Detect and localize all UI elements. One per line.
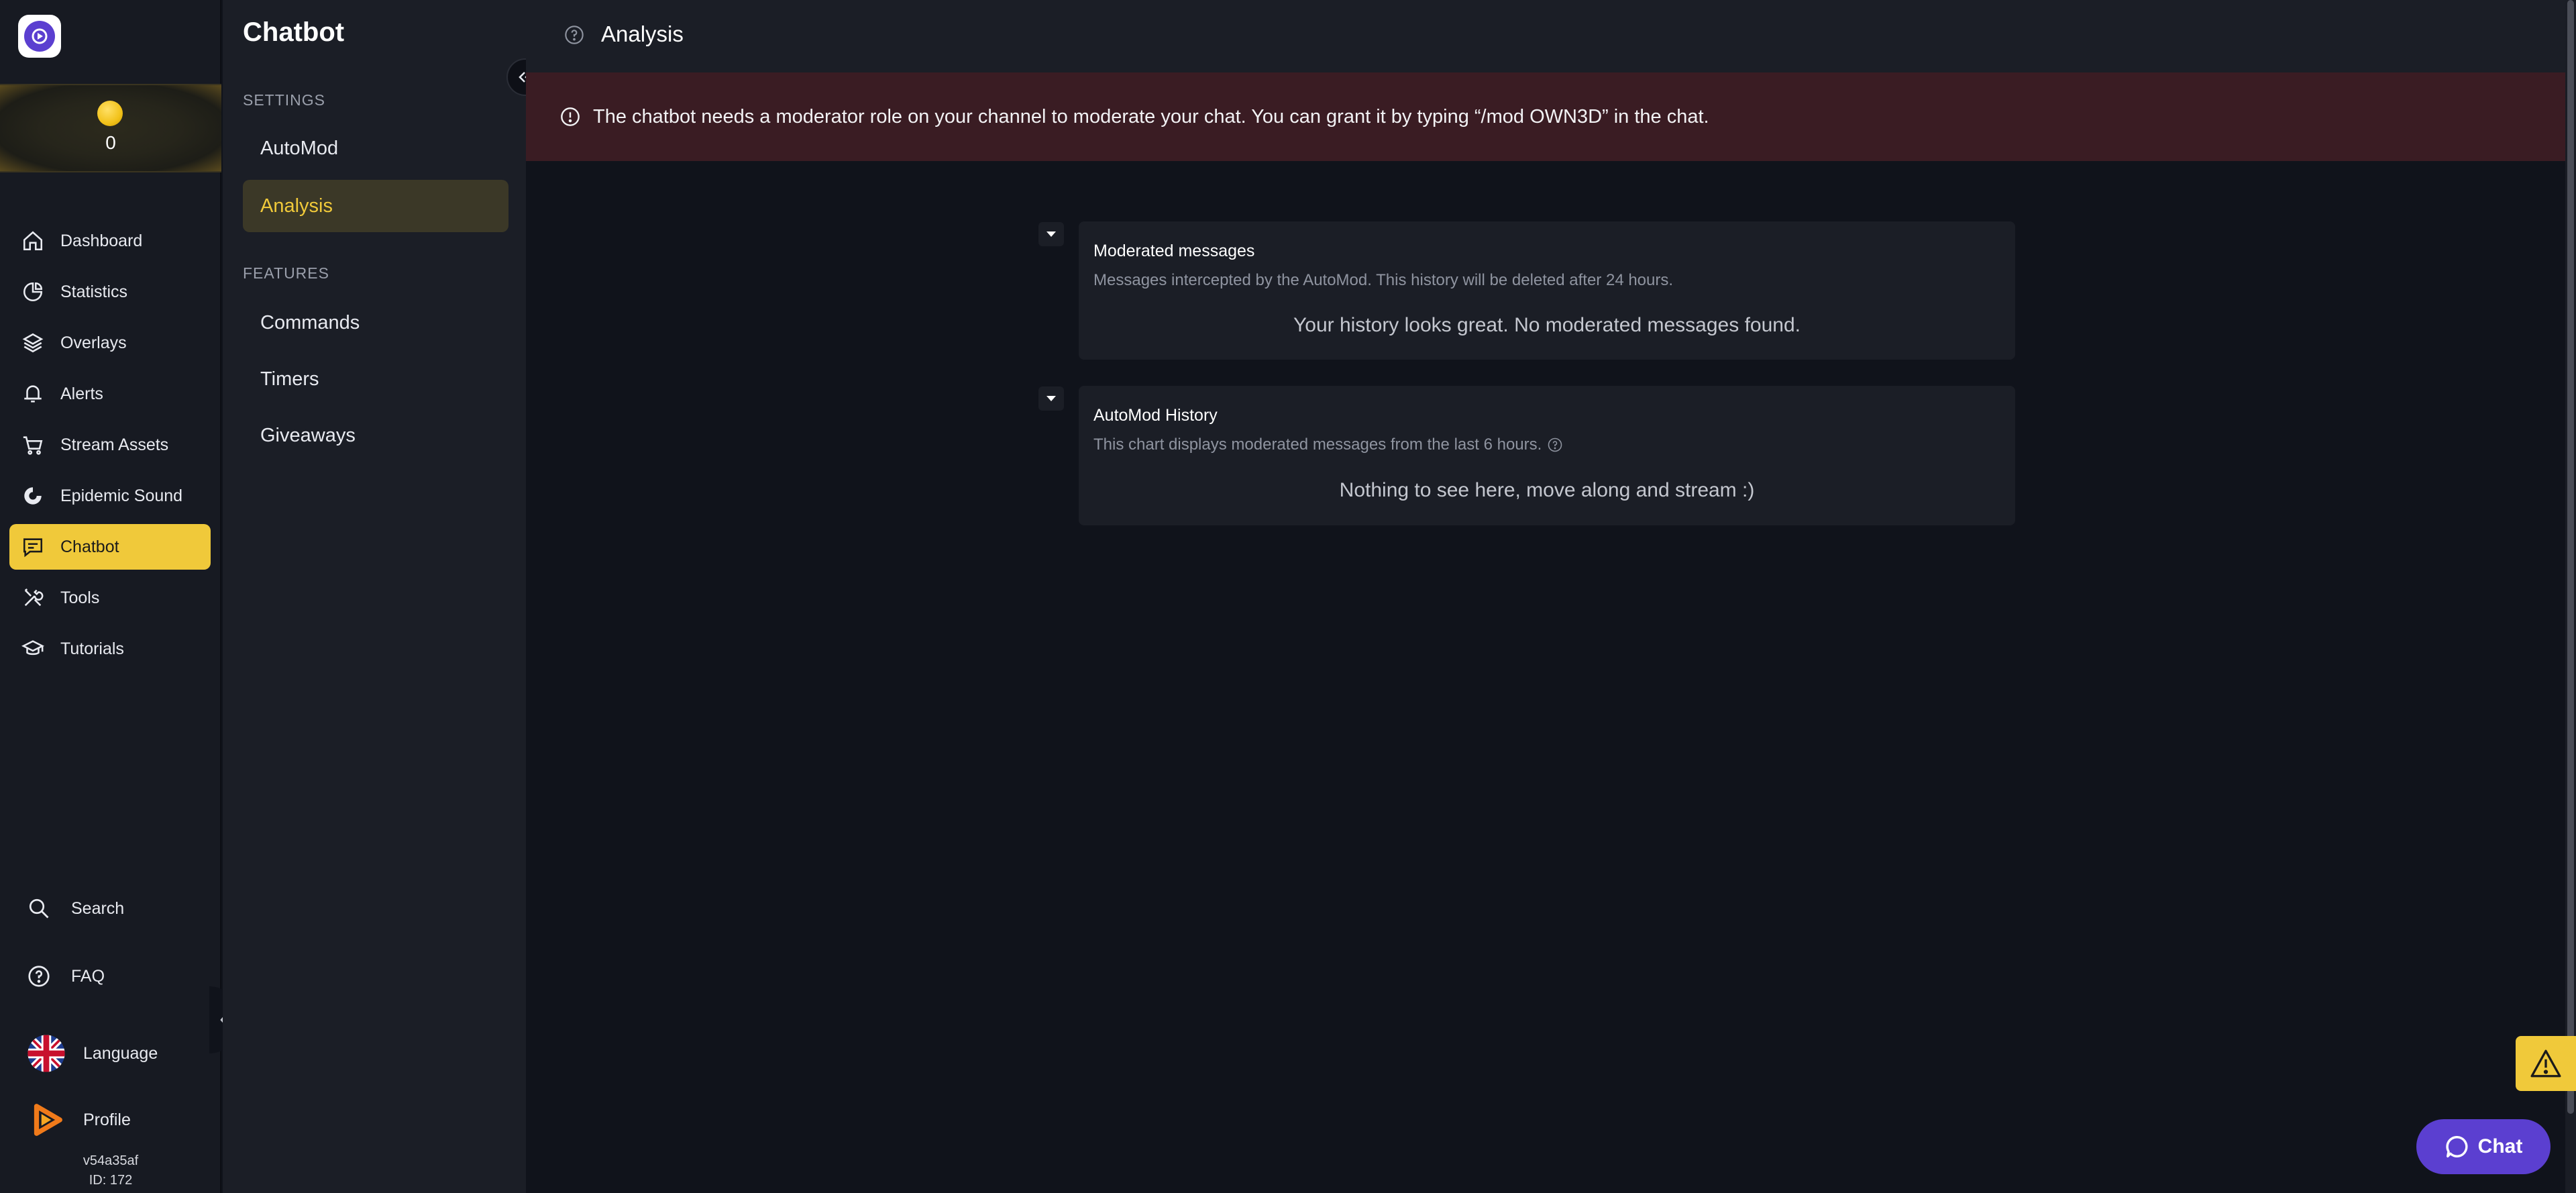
nav-language[interactable]: Language — [27, 1034, 158, 1073]
coin-icon — [97, 101, 123, 126]
card-title: Moderated messages — [1093, 242, 1255, 260]
epidemic-sound-icon — [24, 487, 42, 505]
nav-item-label: Epidemic Sound — [60, 486, 183, 505]
profile-label: Profile — [83, 1110, 131, 1129]
pie-chart-icon — [23, 282, 43, 302]
nav-item-tutorials[interactable]: Tutorials — [9, 626, 211, 672]
empty-state-text: Your history looks great. No moderated m… — [1293, 314, 1801, 336]
help-circle-icon[interactable] — [1547, 437, 1563, 453]
scrollbar-thumb[interactable] — [2567, 0, 2574, 1114]
help-circle-icon[interactable] — [564, 24, 585, 46]
submenu-item-analysis[interactable]: Analysis — [243, 180, 508, 232]
user-id-text: ID: 172 — [89, 1173, 133, 1188]
moderated-messages-card: Moderated messages Messages intercepted … — [1079, 221, 2015, 360]
cart-icon — [23, 436, 43, 455]
app-logo[interactable] — [18, 15, 61, 58]
nav-item-label: Dashboard — [60, 231, 143, 250]
warning-triangle-icon — [2530, 1049, 2561, 1078]
nav-item-chatbot[interactable]: Chatbot — [9, 524, 211, 570]
nav-search[interactable]: Search — [27, 896, 124, 921]
moderator-warning-banner: The chatbot needs a moderator role on yo… — [526, 72, 2565, 161]
nav-item-label: Overlays — [60, 333, 127, 352]
search-label: Search — [71, 898, 125, 918]
uk-flag-icon — [28, 1035, 65, 1072]
nav-item-label: Statistics — [60, 282, 128, 301]
nav-item-overlays[interactable]: Overlays — [9, 320, 211, 366]
automod-history-card: AutoMod History This chart displays mode… — [1079, 386, 2015, 525]
chat-icon — [23, 538, 43, 558]
nav-item-label: Alerts — [60, 384, 103, 403]
alert-message: The chatbot needs a moderator role on yo… — [593, 105, 1709, 127]
main-navigation: 0 Dashboard Statistics Overlays Alerts S… — [0, 0, 221, 1193]
page-header — [526, 0, 2565, 72]
faq-label: FAQ — [71, 966, 105, 986]
caret-down-icon — [1046, 396, 1056, 401]
card-subtitle: Messages intercepted by the AutoMod. Thi… — [1093, 271, 1674, 289]
submenu-item-commands[interactable]: Commands — [243, 297, 508, 349]
help-circle-icon — [28, 966, 50, 987]
home-icon — [23, 231, 43, 251]
empty-state-text: Nothing to see here, move along and stre… — [1339, 479, 1755, 501]
nav-item-stream-assets[interactable]: Stream Assets — [9, 422, 211, 468]
nav-item-dashboard[interactable]: Dashboard — [9, 218, 211, 264]
chatbot-submenu: Chatbot SETTINGS AutoMod Analysis FEATUR… — [223, 0, 526, 1193]
play-logo-icon — [24, 21, 55, 52]
features-heading: FEATURES — [243, 264, 329, 282]
caret-down-icon — [1046, 231, 1056, 237]
submenu-item-giveaways[interactable]: Giveaways — [243, 409, 508, 462]
toggle-automod-history[interactable] — [1038, 386, 1064, 411]
search-icon — [29, 898, 49, 919]
nav-item-label: Tutorials — [60, 639, 124, 658]
card-title: AutoMod History — [1093, 406, 1218, 425]
nav-item-label: Chatbot — [60, 537, 119, 556]
coin-count: 0 — [105, 132, 116, 153]
submenu-item-timers[interactable]: Timers — [243, 353, 508, 405]
version-text: v54a35af — [83, 1153, 139, 1168]
toggle-moderated-messages[interactable] — [1038, 222, 1064, 246]
nav-item-statistics[interactable]: Statistics — [9, 269, 211, 315]
submenu-item-automod[interactable]: AutoMod — [243, 122, 508, 174]
language-label: Language — [83, 1043, 158, 1063]
page-title: Analysis — [601, 21, 684, 46]
graduation-cap-icon — [21, 640, 44, 656]
layers-icon — [22, 333, 44, 353]
submenu-title: Chatbot — [243, 17, 345, 47]
nav-item-epidemic-sound[interactable]: Epidemic Sound — [9, 473, 211, 519]
nav-faq[interactable]: FAQ — [27, 964, 105, 988]
card-subtitle-row: This chart displays moderated messages f… — [1093, 435, 1563, 454]
chat-button-label: Chat — [2477, 1135, 2523, 1157]
profile-avatar-icon — [34, 1104, 62, 1136]
nav-item-tools[interactable]: Tools — [9, 575, 211, 621]
warning-widget-button[interactable] — [2516, 1036, 2576, 1091]
card-subtitle: This chart displays moderated messages f… — [1093, 435, 1542, 454]
nav-profile[interactable]: Profile — [27, 1100, 131, 1139]
nav-item-label: Tools — [60, 588, 100, 607]
chat-support-button[interactable]: Chat — [2416, 1119, 2551, 1174]
nav-item-alerts[interactable]: Alerts — [9, 371, 211, 417]
info-circle-icon — [561, 107, 580, 126]
chat-bubble-icon — [2446, 1136, 2468, 1157]
coin-balance[interactable]: 0 — [0, 84, 221, 172]
bell-icon — [24, 385, 42, 403]
settings-heading: SETTINGS — [243, 91, 326, 109]
tools-icon — [24, 588, 44, 607]
build-info: v54a35af ID: 172 — [0, 1151, 221, 1190]
nav-item-label: Stream Assets — [60, 435, 169, 454]
